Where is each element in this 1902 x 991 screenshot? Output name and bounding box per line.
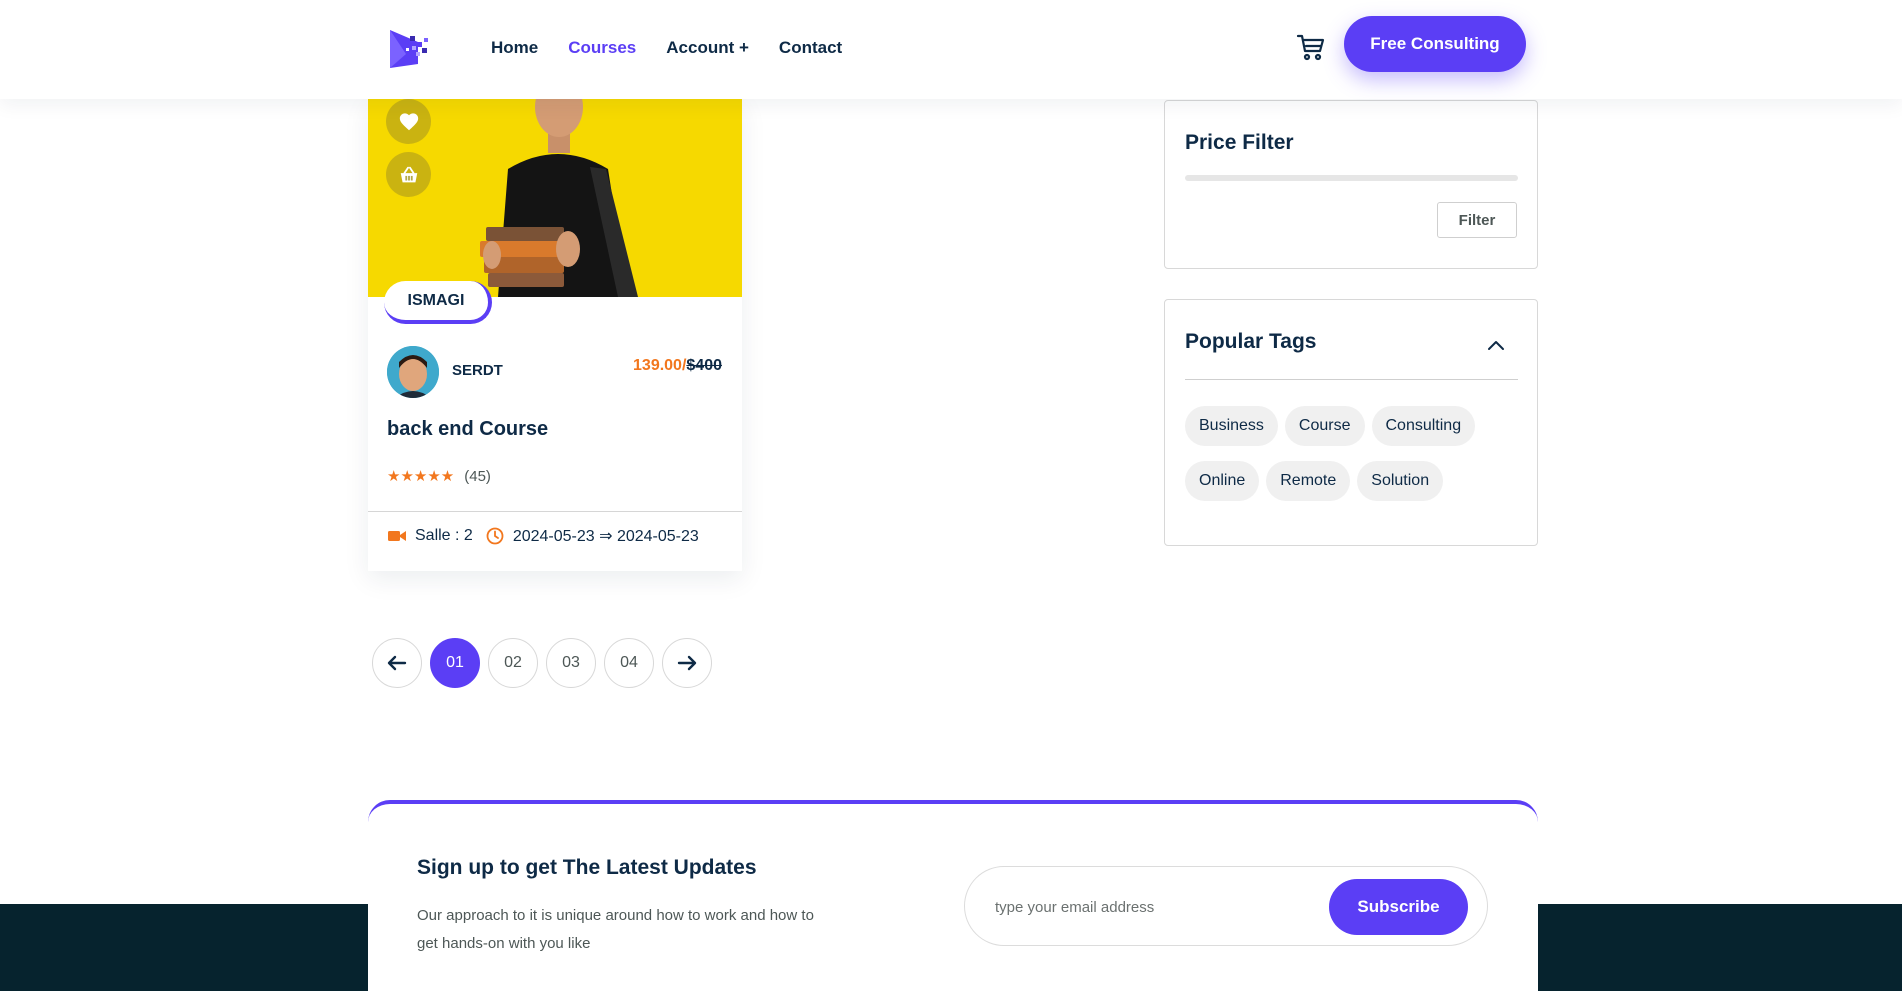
newsletter-form: Subscribe xyxy=(964,866,1488,946)
tag-online[interactable]: Online xyxy=(1185,461,1260,501)
tag-remote[interactable]: Remote xyxy=(1266,461,1351,501)
course-card[interactable]: ISMAGI SERDT 139.00/$400 back end Course… xyxy=(368,99,742,571)
tags-divider xyxy=(1185,379,1518,380)
page-button-4[interactable]: 04 xyxy=(604,638,654,688)
course-rating: ★★★★★ (45) xyxy=(387,467,491,486)
wishlist-button[interactable] xyxy=(386,99,431,144)
prev-page-button[interactable] xyxy=(372,638,422,688)
tag-consulting[interactable]: Consulting xyxy=(1371,406,1476,446)
page-button-2[interactable]: 02 xyxy=(488,638,538,688)
price-range-slider[interactable] xyxy=(1185,175,1518,181)
author-avatar xyxy=(387,346,439,398)
course-image xyxy=(368,99,742,297)
price-filter-widget: Price Filter Filter xyxy=(1164,100,1538,269)
popular-tags-title: Popular Tags xyxy=(1185,330,1317,353)
course-category-badge[interactable]: ISMAGI xyxy=(384,281,492,324)
filter-button[interactable]: Filter xyxy=(1437,202,1517,238)
video-icon xyxy=(388,531,406,541)
logo-icon[interactable] xyxy=(386,24,434,72)
clock-icon xyxy=(486,527,504,545)
free-consulting-button[interactable]: Free Consulting xyxy=(1344,16,1526,72)
card-divider xyxy=(368,511,742,512)
arrow-right-icon xyxy=(677,655,697,671)
next-page-button[interactable] xyxy=(662,638,712,688)
author-name: SERDT xyxy=(452,362,503,379)
nav-item-home[interactable]: Home xyxy=(491,38,538,58)
tag-solution[interactable]: Solution xyxy=(1357,461,1444,501)
tag-course[interactable]: Course xyxy=(1284,406,1365,446)
site-header: Home Courses Account + Contact Free Cons… xyxy=(0,0,1902,99)
price-old: $400 xyxy=(686,357,722,374)
rating-count: (45) xyxy=(464,467,491,485)
heart-icon xyxy=(399,112,418,130)
tag-list: Business Course Consulting Online Remote… xyxy=(1185,406,1525,501)
pagination: 01 02 03 04 xyxy=(372,638,712,688)
rating-stars: ★★★★★ xyxy=(387,468,455,485)
newsletter-section: Sign up to get The Latest Updates Our ap… xyxy=(368,800,1538,991)
add-to-basket-button[interactable] xyxy=(386,152,431,197)
main-nav: Home Courses Account + Contact xyxy=(491,38,842,58)
tag-business[interactable]: Business xyxy=(1185,406,1278,446)
course-meta: Salle : 2 2024-05-23 ⇒ 2024-05-23 xyxy=(387,526,699,546)
email-input[interactable] xyxy=(995,887,1315,927)
subscribe-button[interactable]: Subscribe xyxy=(1329,879,1468,935)
course-room: Salle : 2 xyxy=(415,527,473,544)
newsletter-description: Our approach to it is unique around how … xyxy=(417,907,814,952)
arrow-left-icon xyxy=(387,655,407,671)
page-button-3[interactable]: 03 xyxy=(546,638,596,688)
price-filter-title: Price Filter xyxy=(1185,131,1294,154)
course-dates: 2024-05-23 ⇒ 2024-05-23 xyxy=(512,528,699,545)
course-price: 139.00/$400 xyxy=(633,357,722,375)
nav-item-contact[interactable]: Contact xyxy=(779,38,842,58)
popular-tags-widget: Popular Tags Business Course Consulting … xyxy=(1164,299,1538,546)
price-current: 139.00/ xyxy=(633,357,687,374)
nav-item-account[interactable]: Account + xyxy=(666,38,749,58)
basket-icon xyxy=(400,166,417,182)
course-title[interactable]: back end Course xyxy=(387,418,548,441)
nav-item-courses[interactable]: Courses xyxy=(568,38,636,58)
page-button-1[interactable]: 01 xyxy=(430,638,480,688)
cart-icon[interactable] xyxy=(1296,32,1326,62)
chevron-up-icon[interactable] xyxy=(1485,334,1507,356)
newsletter-title: Sign up to get The Latest Updates xyxy=(417,856,757,879)
